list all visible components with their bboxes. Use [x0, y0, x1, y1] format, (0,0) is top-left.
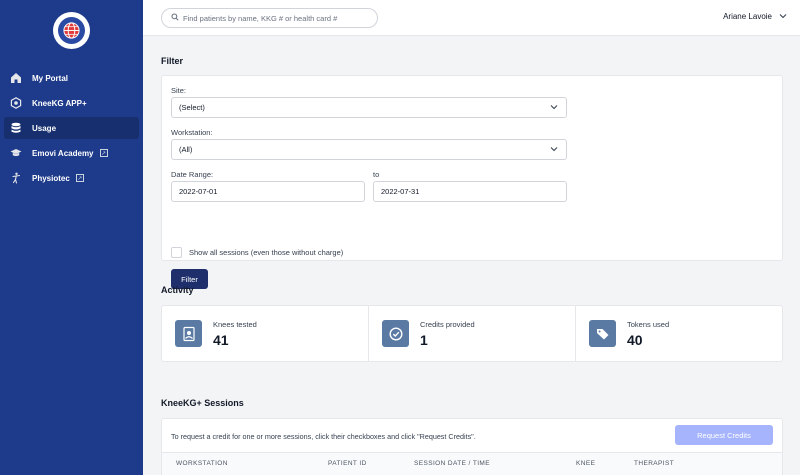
knee-test-icon [175, 320, 202, 347]
stat-knees-tested: Knees tested 41 [161, 305, 369, 362]
sidebar-item-emovi-academy[interactable]: Emovi Academy ↗ [4, 142, 139, 164]
site-select-value: (Select) [179, 103, 205, 112]
main-content: Filter Site: (Select) Workstation: (All)… [143, 37, 800, 475]
sidebar-item-usage[interactable]: Usage [4, 117, 139, 139]
stat-label: Knees tested [213, 319, 257, 329]
sidebar-item-label: Physiotec [32, 173, 70, 183]
column-header-session-date[interactable]: SESSION DATE / TIME [414, 460, 490, 467]
date-from-input[interactable]: 2022-07-01 [171, 181, 365, 202]
workstation-select-value: (All) [179, 145, 193, 154]
search-icon [171, 13, 179, 23]
sidebar-item-label: Emovi Academy [32, 148, 94, 158]
home-icon [9, 71, 23, 85]
chevron-down-icon [550, 103, 558, 112]
filter-card: Site: (Select) Workstation: (All) Date R… [161, 75, 783, 289]
sessions-instructions: To request a credit for one or more sess… [171, 432, 476, 441]
stat-label: Tokens used [627, 319, 670, 329]
external-link-icon: ↗ [99, 149, 108, 157]
to-label: to [373, 170, 380, 179]
show-all-sessions-checkbox[interactable] [171, 247, 182, 258]
sidebar-nav: My Portal KneeKG APP+ Usage Emovi Academ… [4, 67, 139, 192]
database-icon [9, 121, 23, 135]
figure-icon [9, 171, 23, 185]
column-header-knee[interactable]: KNEE [576, 460, 595, 467]
stat-value: 40 [627, 331, 643, 348]
site-select[interactable]: (Select) [171, 97, 567, 118]
stat-label: Credits provided [420, 319, 475, 329]
patient-search[interactable] [161, 8, 378, 28]
filter-title: Filter [161, 56, 184, 66]
show-all-sessions-row: Show all sessions (even those without ch… [171, 247, 343, 258]
date-to-value: 2022-07-31 [381, 187, 420, 196]
sessions-card: To request a credit for one or more sess… [161, 418, 783, 475]
sidebar-item-my-portal[interactable]: My Portal [4, 67, 139, 89]
stat-value: 41 [213, 331, 229, 348]
app-logo[interactable] [53, 12, 90, 49]
activity-title: Activity [161, 285, 194, 295]
column-header-patient-id[interactable]: PATIENT ID [328, 460, 367, 467]
user-name: Ariane Lavoie [723, 12, 772, 21]
stat-value: 1 [420, 331, 428, 348]
topbar: Ariane Lavoie [143, 0, 800, 36]
workstation-select[interactable]: (All) [171, 139, 567, 160]
search-input[interactable] [183, 13, 373, 23]
request-credits-button[interactable]: Request Credits [675, 425, 773, 445]
globe-logo-icon [58, 17, 85, 44]
sidebar-item-label: Usage [32, 123, 57, 133]
stat-credits-provided: Credits provided 1 [369, 305, 576, 362]
sidebar-item-kneekg-app[interactable]: KneeKG APP+ [4, 92, 139, 114]
sidebar-item-label: KneeKG APP+ [32, 98, 87, 108]
tags-icon [589, 320, 616, 347]
sidebar-item-physiotec[interactable]: Physiotec ↗ [4, 167, 139, 189]
check-circle-icon [382, 320, 409, 347]
sessions-title: KneeKG+ Sessions [161, 398, 244, 408]
date-to-input[interactable]: 2022-07-31 [373, 181, 567, 202]
workstation-label: Workstation: [171, 128, 213, 137]
column-header-workstation[interactable]: WORKSTATION [176, 460, 228, 467]
hexagon-icon [9, 96, 23, 110]
sidebar: My Portal KneeKG APP+ Usage Emovi Academ… [0, 0, 143, 475]
date-range-label: Date Range: [171, 170, 214, 179]
column-header-therapist[interactable]: THERAPIST [634, 460, 674, 467]
date-from-value: 2022-07-01 [179, 187, 218, 196]
activity-stats: Knees tested 41 Credits provided 1 Token… [161, 305, 783, 362]
site-label: Site: [171, 86, 187, 95]
graduation-cap-icon [9, 146, 23, 160]
external-link-icon: ↗ [75, 174, 84, 182]
user-menu[interactable]: Ariane Lavoie [723, 12, 787, 21]
show-all-sessions-label: Show all sessions (even those without ch… [189, 248, 344, 257]
sidebar-item-label: My Portal [32, 73, 69, 83]
chevron-down-icon [779, 12, 787, 21]
sessions-table-header: WORKSTATION PATIENT ID SESSION DATE / TI… [162, 452, 782, 475]
stat-tokens-used: Tokens used 40 [576, 305, 783, 362]
chevron-down-icon [550, 145, 558, 154]
